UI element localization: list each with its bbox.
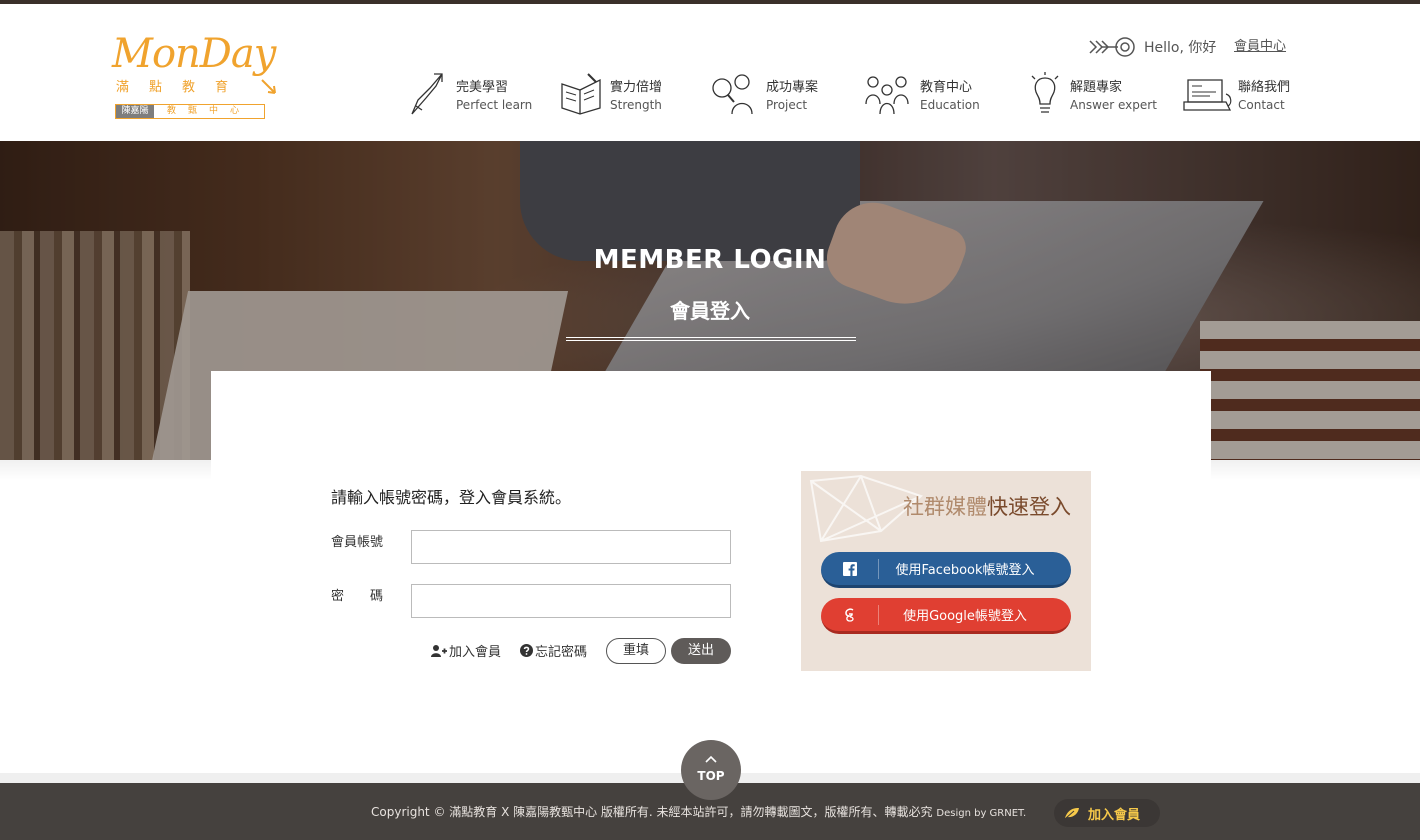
question-circle-icon: [520, 644, 533, 657]
open-book-icon: [561, 73, 601, 115]
forgot-password-link[interactable]: 忘記密碼: [520, 641, 587, 660]
nav-item-strength[interactable]: 實力倍增 Strength: [560, 68, 680, 120]
page-title: MEMBER LOGIN: [593, 245, 827, 275]
nav-label-zh: 完美學習: [456, 80, 509, 95]
page-subtitle: 會員登入: [670, 299, 750, 323]
target-arrow-icon: [1089, 37, 1135, 57]
nav-label-zh: 實力倍增: [610, 80, 663, 95]
social-title-light: 社群媒體: [903, 495, 987, 519]
login-instructions: 請輸入帳號密碼，登入會員系統。: [331, 488, 572, 507]
logo-brand-text: MonDay: [112, 31, 276, 77]
nav-label-zh: 成功專案: [766, 80, 819, 95]
nav-label-en: Project: [766, 98, 808, 112]
nav-item-contact[interactable]: 聯絡我們 Contact: [1182, 68, 1294, 120]
member-center-link[interactable]: 會員中心: [1234, 36, 1286, 58]
join-member-label: 加入會員: [449, 645, 502, 660]
username-input[interactable]: [411, 530, 731, 564]
nav-label-en: Education: [920, 98, 980, 112]
site-logo[interactable]: MonDay 滿點教育 陳嘉陽 教甄中心: [112, 32, 282, 124]
greeting-text: Hello, 你好: [1144, 40, 1217, 56]
title-divider: [566, 337, 856, 341]
nav-label-zh: 解題專家: [1070, 80, 1123, 95]
logo-subtitle-right: 教甄中心: [166, 106, 251, 116]
nav-label-en: Perfect learn: [456, 98, 533, 112]
back-to-top-label: TOP: [697, 769, 725, 783]
google-icon: [821, 604, 879, 625]
greeting: Hello, 你好: [1088, 36, 1216, 58]
card-shadow-left: [0, 460, 211, 480]
laptop-icon: [1183, 79, 1232, 111]
logo-subtitle-left: 陳嘉陽: [116, 105, 154, 118]
design-credit: Design by GRNET.: [936, 808, 1027, 819]
people-group-icon: [865, 76, 909, 115]
nav-label-zh: 聯絡我們: [1238, 80, 1291, 95]
nav-item-education[interactable]: 教育中心 Education: [864, 68, 984, 120]
google-login-button[interactable]: 使用Google帳號登入: [821, 598, 1071, 634]
site-header: MonDay 滿點教育 陳嘉陽 教甄中心 Hello, 你好 會員中心 完美學習: [0, 4, 1420, 141]
leaf-icon: [1065, 808, 1079, 819]
forgot-password-label: 忘記密碼: [535, 645, 588, 660]
footer-join-button[interactable]: 加入會員: [1054, 799, 1160, 827]
card-shadow-right: [1211, 460, 1420, 480]
facebook-login-button[interactable]: 使用Facebook帳號登入: [821, 552, 1071, 588]
submit-button[interactable]: 送出: [671, 638, 731, 664]
social-login-panel: 社群媒體快速登入 使用Facebook帳號登入 使用Google帳號登入: [801, 471, 1091, 671]
nav-label-en: Strength: [610, 98, 662, 112]
rocket-arrow-icon: [411, 73, 443, 115]
facebook-login-label: 使用Facebook帳號登入: [895, 563, 1035, 578]
social-login-title: 社群媒體快速登入: [801, 491, 1091, 521]
reset-button[interactable]: 重填: [606, 638, 666, 664]
footer-join-label: 加入會員: [1088, 807, 1141, 823]
nav-label-en: Contact: [1238, 98, 1285, 112]
google-login-label: 使用Google帳號登入: [903, 609, 1027, 624]
password-label: 密碼: [331, 589, 410, 604]
logo-subtitle: 陳嘉陽 教甄中心: [115, 104, 265, 119]
nav-label-en: Answer expert: [1070, 98, 1157, 112]
add-user-icon: [431, 644, 447, 657]
copyright-main: Copyright © 滿點教育 X 陳嘉陽教甄中心 版權所有. 未經本站許可，…: [371, 805, 933, 819]
password-input[interactable]: [411, 584, 731, 618]
facebook-icon: [821, 558, 879, 579]
join-member-link[interactable]: 加入會員: [431, 641, 501, 660]
username-label: 會員帳號: [331, 535, 384, 550]
social-title-accent: 快速登入: [987, 495, 1071, 519]
nav-item-perfect-learn[interactable]: 完美學習 Perfect learn: [408, 68, 538, 120]
nav-item-project[interactable]: 成功專案 Project: [710, 68, 830, 120]
lightbulb-icon: [1031, 72, 1059, 113]
back-to-top-button[interactable]: TOP: [681, 740, 741, 800]
chevron-up-icon: [705, 755, 717, 763]
logo-arrow-icon: [261, 79, 276, 94]
magnifier-person-icon: [712, 74, 753, 115]
logo-chinese-text: 滿點教育: [116, 80, 249, 95]
nav-item-answer-expert[interactable]: 解題專家 Answer expert: [1028, 68, 1158, 120]
copyright-text: Copyright © 滿點教育 X 陳嘉陽教甄中心 版權所有. 未經本站許可，…: [371, 803, 1026, 820]
nav-label-zh: 教育中心: [920, 80, 973, 95]
